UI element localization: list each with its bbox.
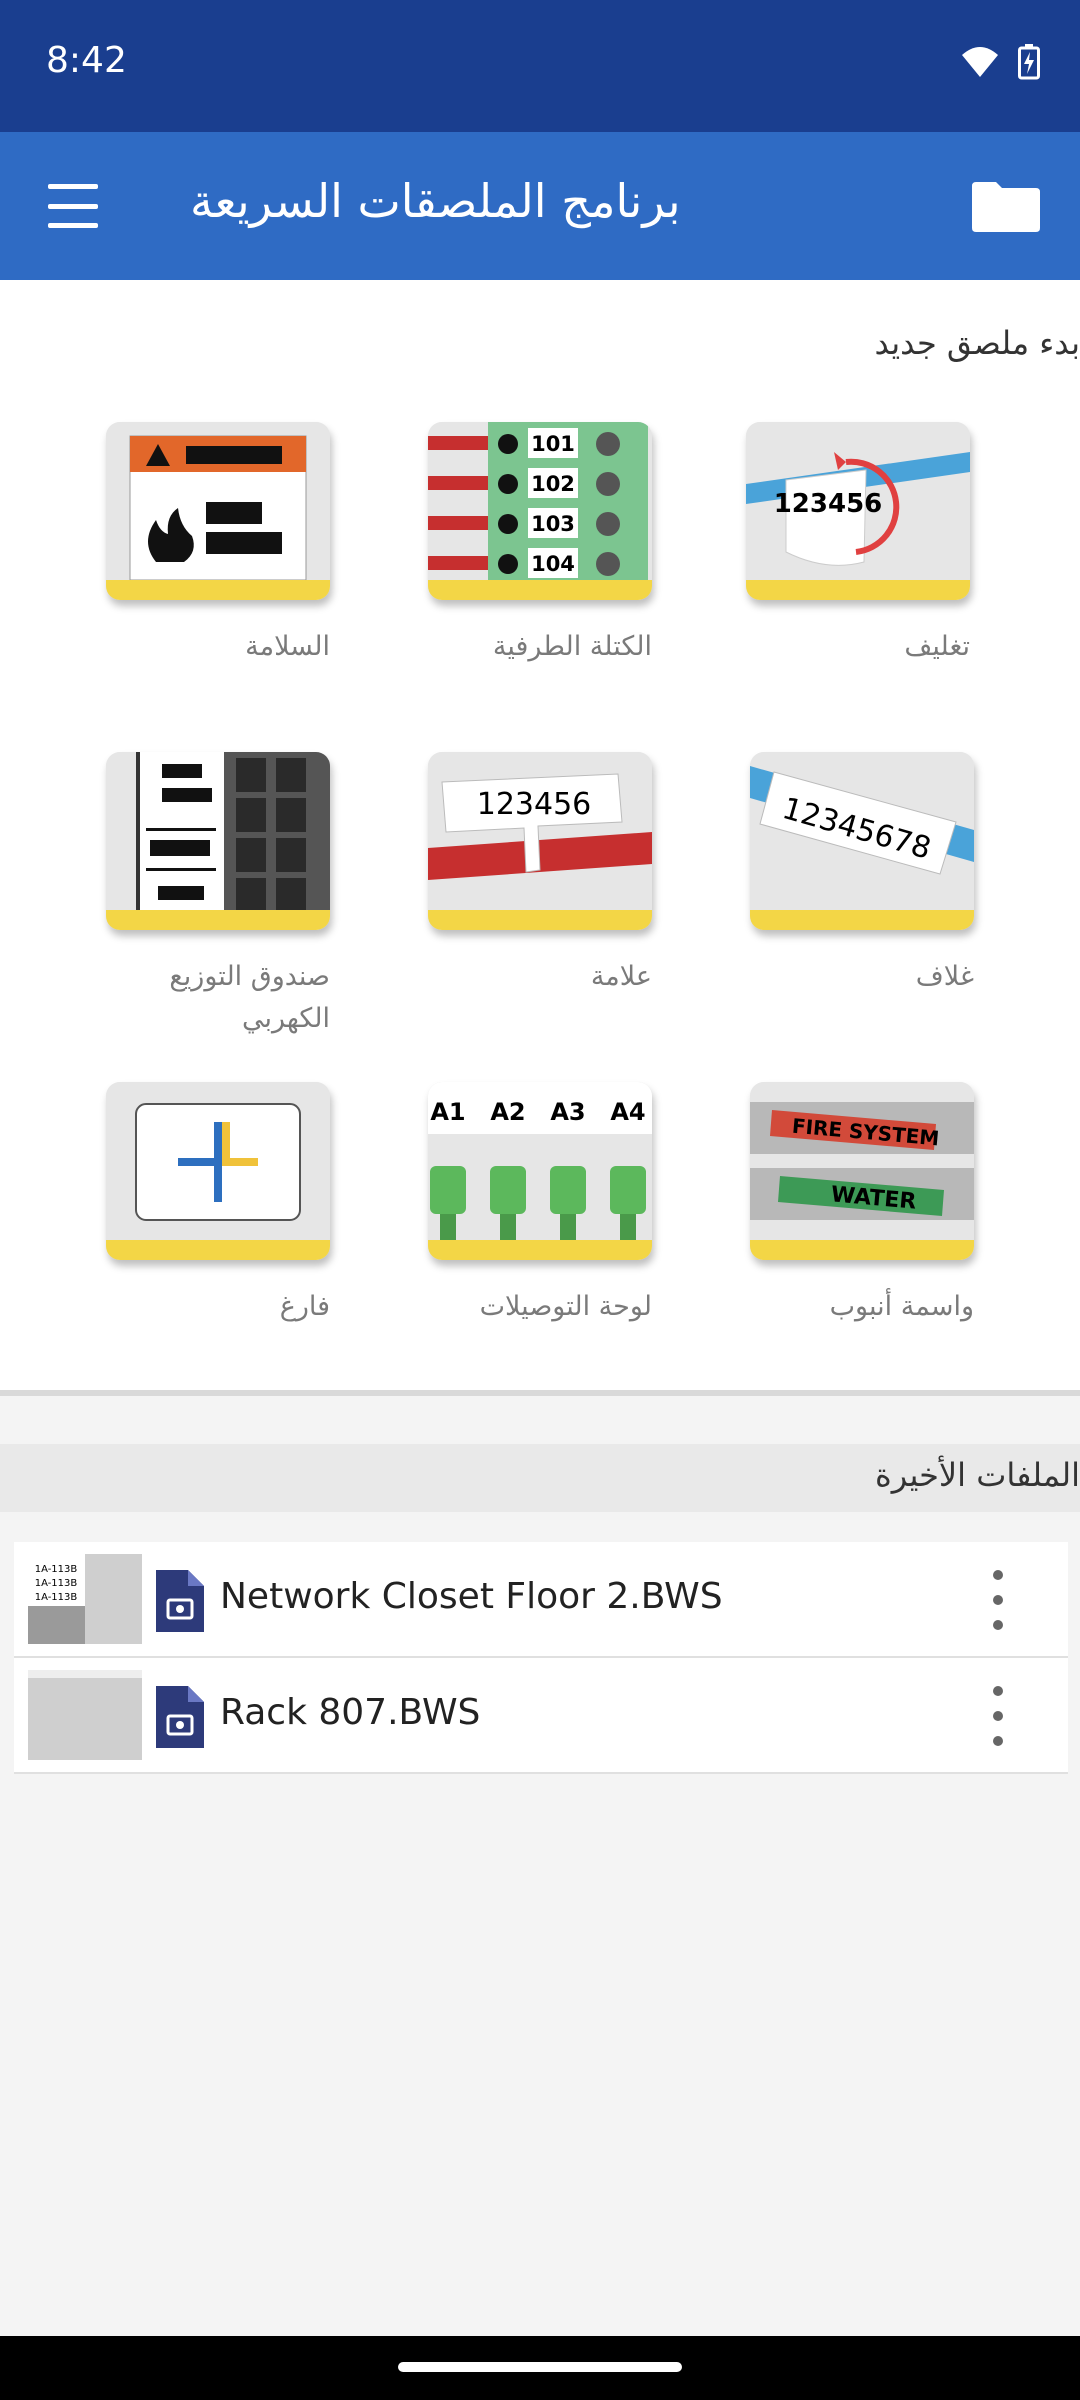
tile-label-flag: علامة xyxy=(590,961,652,992)
tile-safety[interactable]: السلامة xyxy=(106,422,346,668)
new-label-title: بدء ملصق جديد xyxy=(874,324,1080,362)
tile-wrap[interactable]: 123456 تغليف xyxy=(746,422,986,668)
sleeve-label-icon: 12345678 xyxy=(750,752,974,930)
tile-label-distribution-panel: صندوق التوزيع الكهربي xyxy=(169,961,330,1034)
tile-blank[interactable]: فارغ xyxy=(106,1082,346,1328)
distribution-panel-icon xyxy=(106,752,330,930)
recent-files-list: 1A-113B 1A-113B 1A-113B Network Closet F… xyxy=(14,1542,1068,1774)
port-label: A2 xyxy=(490,1098,525,1126)
file-row[interactable]: Rack 807.BWS xyxy=(14,1658,1068,1774)
tile-terminal-block[interactable]: 101 102 103 104 الكتلة الطرفية xyxy=(428,422,668,668)
terminal-number: 103 xyxy=(531,512,575,536)
tile-flag[interactable]: 123456 علامة xyxy=(428,752,668,998)
status-icons xyxy=(960,44,1040,80)
port-label: A4 xyxy=(610,1098,645,1126)
document-icon xyxy=(156,1686,204,1748)
flag-label-icon: 123456 xyxy=(428,752,652,930)
flag-text: 123456 xyxy=(477,787,592,822)
tile-label-blank: فارغ xyxy=(279,1291,330,1322)
tile-label-pipe-marker: واسمة أنبوب xyxy=(829,1291,974,1322)
more-options-icon[interactable] xyxy=(988,1570,1008,1630)
tile-label-safety: السلامة xyxy=(245,631,330,662)
menu-icon[interactable] xyxy=(36,176,110,236)
section-divider xyxy=(0,1390,1080,1444)
app-bar: برنامج الملصقات السريعة xyxy=(0,132,1080,280)
folder-icon[interactable] xyxy=(968,176,1044,236)
app-title: برنامج الملصقات السريعة xyxy=(190,174,681,228)
port-label: A3 xyxy=(550,1098,585,1126)
more-options-icon[interactable] xyxy=(988,1686,1008,1746)
pipe-marker-icon: FIRE SYSTEM WATER xyxy=(750,1082,974,1260)
wrap-label-icon: 123456 xyxy=(746,422,970,600)
file-name: Network Closet Floor 2.BWS xyxy=(220,1576,723,1617)
new-label-section: بدء ملصق جديد 123456 تغليف 101 102 103 1… xyxy=(0,280,1080,1390)
thumb-text: 1A-113B xyxy=(35,1592,78,1603)
tile-label-terminal-block: الكتلة الطرفية xyxy=(492,631,652,662)
file-name: Rack 807.BWS xyxy=(220,1692,481,1733)
safety-label-icon xyxy=(106,422,330,600)
thumb-text: 1A-113B xyxy=(35,1578,78,1589)
blank-label-icon xyxy=(106,1082,330,1260)
terminal-block-icon: 101 102 103 104 xyxy=(428,422,652,600)
recent-files-title: الملفات الأخيرة xyxy=(875,1456,1080,1494)
home-gesture-handle[interactable] xyxy=(398,2362,682,2372)
status-time: 8:42 xyxy=(46,40,127,81)
tile-label-wrap: تغليف xyxy=(904,631,970,662)
terminal-number: 104 xyxy=(531,552,575,576)
status-bar: 8:42 xyxy=(0,0,1080,132)
port-label: A1 xyxy=(430,1098,465,1126)
wrap-text: 123456 xyxy=(774,489,883,519)
file-thumbnail xyxy=(28,1670,142,1760)
tile-label-patch-panel: لوحة التوصيلات xyxy=(479,1291,652,1322)
patch-panel-icon: A1 A2 A3 A4 xyxy=(428,1082,652,1260)
thumb-text: 1A-113B xyxy=(35,1564,78,1575)
recent-files-header: الملفات الأخيرة xyxy=(0,1444,1080,1512)
terminal-number: 102 xyxy=(531,472,575,496)
navigation-bar xyxy=(0,2336,1080,2400)
tile-patch-panel[interactable]: A1 A2 A3 A4 لوحة التوصيلات xyxy=(428,1082,668,1328)
document-icon xyxy=(156,1570,204,1632)
tile-label-sleeve: غلاف xyxy=(915,961,974,992)
terminal-number: 101 xyxy=(531,432,575,456)
file-thumbnail: 1A-113B 1A-113B 1A-113B xyxy=(28,1554,142,1644)
file-row[interactable]: 1A-113B 1A-113B 1A-113B Network Closet F… xyxy=(14,1542,1068,1658)
wifi-icon xyxy=(962,47,998,77)
tile-pipe-marker[interactable]: FIRE SYSTEM WATER واسمة أنبوب xyxy=(750,1082,990,1328)
battery-charging-icon xyxy=(1018,44,1040,80)
tile-distribution-panel[interactable]: صندوق التوزيع الكهربي xyxy=(106,752,346,1040)
tile-sleeve[interactable]: 12345678 غلاف xyxy=(750,752,990,998)
